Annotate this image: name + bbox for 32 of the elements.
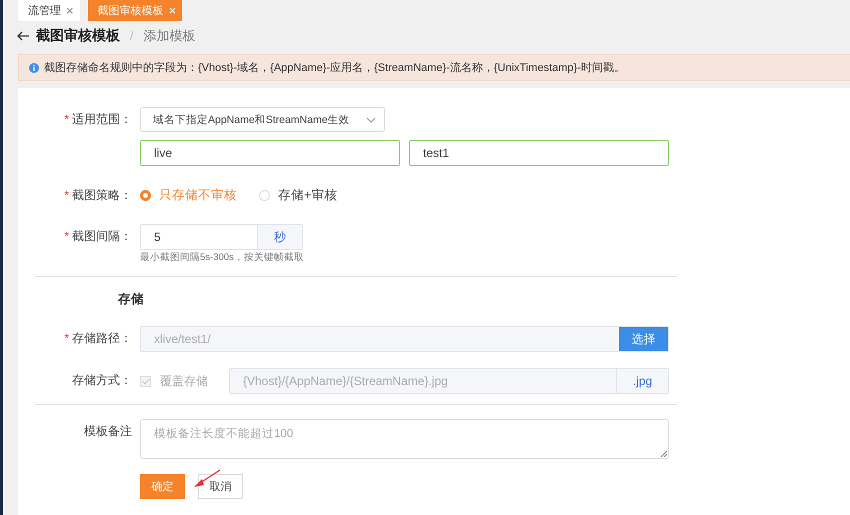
tab[interactable]: 流管理 × (18, 0, 80, 21)
filename-field[interactable]: {Vhost}/{AppName}/{StreamName}.jpg .jpg (229, 368, 669, 394)
field-label: 存储路径： (72, 331, 132, 345)
breadcrumb-current: 添加模板 (143, 27, 196, 45)
close-icon[interactable]: × (66, 3, 74, 18)
alert-message: 截图存储命名规则中的字段为：{Vhost}-域名，{AppName}-应用名，{StreamName}-流名称，{UnixTimestamp}-时间戳。 (44, 60, 625, 75)
cancel-button[interactable]: 取消 (198, 474, 243, 499)
required-mark: * (64, 188, 69, 202)
field-label: 适用范围： (72, 112, 132, 126)
field-label: 截图间隔： (72, 229, 132, 243)
required-mark: * (64, 112, 69, 126)
breadcrumb-separator: / (130, 29, 134, 43)
remark-textarea[interactable]: 模板备注长度不能超过100 (140, 419, 669, 459)
scope-select[interactable]: 域名下指定AppName和StreamName生效 (140, 107, 385, 132)
page-title: 截图审核模板 (36, 27, 120, 45)
close-icon[interactable]: × (168, 3, 176, 18)
field-label: 存储方式： (72, 373, 132, 387)
suffix-addon: .jpg (616, 369, 668, 393)
confirm-button[interactable]: 确定 (140, 474, 185, 499)
required-mark: * (64, 331, 69, 345)
radio-label[interactable]: 只存储不审核 (159, 187, 237, 204)
input-field[interactable]: test1 (409, 140, 669, 166)
section-heading: 存储 (116, 291, 145, 308)
input-field[interactable]: live (140, 140, 400, 166)
field-label: 模板备注 (84, 424, 132, 438)
required-mark: * (64, 229, 69, 243)
unit-addon: 秒 (257, 225, 302, 249)
hint-text: 最小截图间隔5s-300s，按关键帧截取 (140, 251, 305, 264)
field-label: 截图策略： (72, 188, 132, 202)
interval-input[interactable]: 5 秒 (140, 224, 303, 250)
tab[interactable]: 截图审核模板 × (88, 0, 182, 21)
radio-label[interactable]: 存储+审核 (278, 187, 338, 204)
